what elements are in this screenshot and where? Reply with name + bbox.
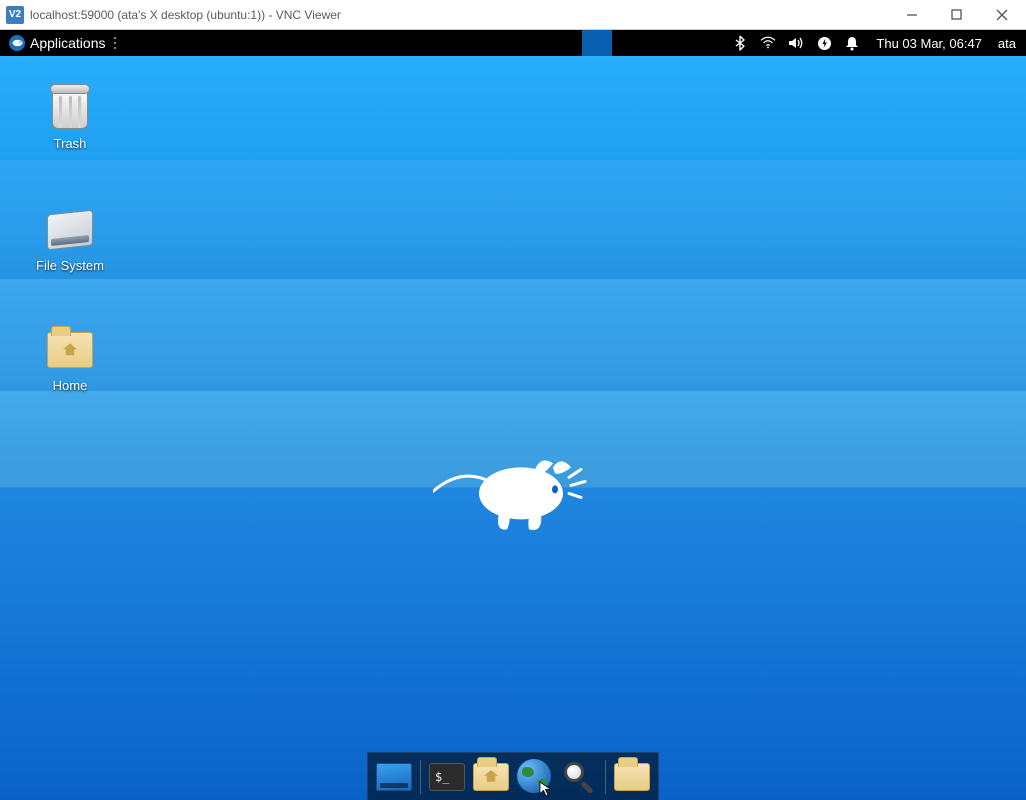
panel-separator-icon	[114, 35, 120, 51]
desktop-icon-label: Trash	[52, 136, 89, 151]
dock-terminal[interactable]: $_	[427, 757, 467, 797]
xfce-panel: Applications Thu 03 Mar, 06:47 ata	[0, 30, 1026, 56]
folder-home-icon	[473, 763, 509, 791]
notifications-icon[interactable]	[844, 35, 860, 51]
applications-label: Applications	[30, 35, 106, 51]
home-folder-icon	[46, 326, 94, 374]
vnc-titlebar: V2 localhost:59000 (ata's X desktop (ubu…	[0, 0, 1026, 30]
vnc-viewport: Applications Thu 03 Mar, 06:47 ata	[0, 30, 1026, 800]
minimize-button[interactable]	[889, 1, 934, 29]
maximize-button[interactable]	[934, 1, 979, 29]
magnifier-icon	[562, 760, 596, 794]
applications-menu[interactable]: Applications	[2, 32, 112, 54]
desktop-icon-label: File System	[34, 258, 106, 273]
folder-icon	[614, 763, 650, 791]
dock-web-browser[interactable]	[515, 757, 555, 797]
dock-folder[interactable]	[612, 757, 652, 797]
trash-icon	[46, 84, 94, 132]
dock-separator	[605, 760, 606, 794]
user-menu[interactable]: ata	[998, 36, 1020, 51]
dock-show-desktop[interactable]	[374, 757, 414, 797]
volume-icon[interactable]	[788, 35, 804, 51]
power-icon[interactable]	[816, 35, 832, 51]
system-tray: Thu 03 Mar, 06:47 ata	[732, 35, 1020, 51]
dock: $_	[367, 752, 659, 800]
desktop-icon-filesystem[interactable]: File System	[25, 206, 115, 273]
window-title: localhost:59000 (ata's X desktop (ubuntu…	[30, 8, 341, 22]
clock[interactable]: Thu 03 Mar, 06:47	[872, 36, 986, 51]
show-desktop-icon	[376, 763, 412, 791]
xfce-mouse-logo	[433, 433, 593, 556]
dock-search[interactable]	[559, 757, 599, 797]
desktop-icon-home[interactable]: Home	[25, 326, 115, 393]
desktop-icon-trash[interactable]: Trash	[25, 84, 115, 151]
close-button[interactable]	[979, 1, 1024, 29]
xfce-icon	[8, 34, 26, 52]
bluetooth-icon[interactable]	[732, 35, 748, 51]
wifi-icon[interactable]	[760, 35, 776, 51]
dock-separator	[420, 760, 421, 794]
drive-icon	[46, 206, 94, 254]
globe-icon	[517, 759, 553, 795]
terminal-icon: $_	[429, 763, 465, 791]
desktop-icon-label: Home	[51, 378, 90, 393]
vnc-app-icon: V2	[6, 6, 24, 24]
task-selection-indicator[interactable]	[582, 30, 612, 56]
dock-file-manager[interactable]	[471, 757, 511, 797]
desktop[interactable]: Trash File System Home	[0, 56, 1026, 800]
